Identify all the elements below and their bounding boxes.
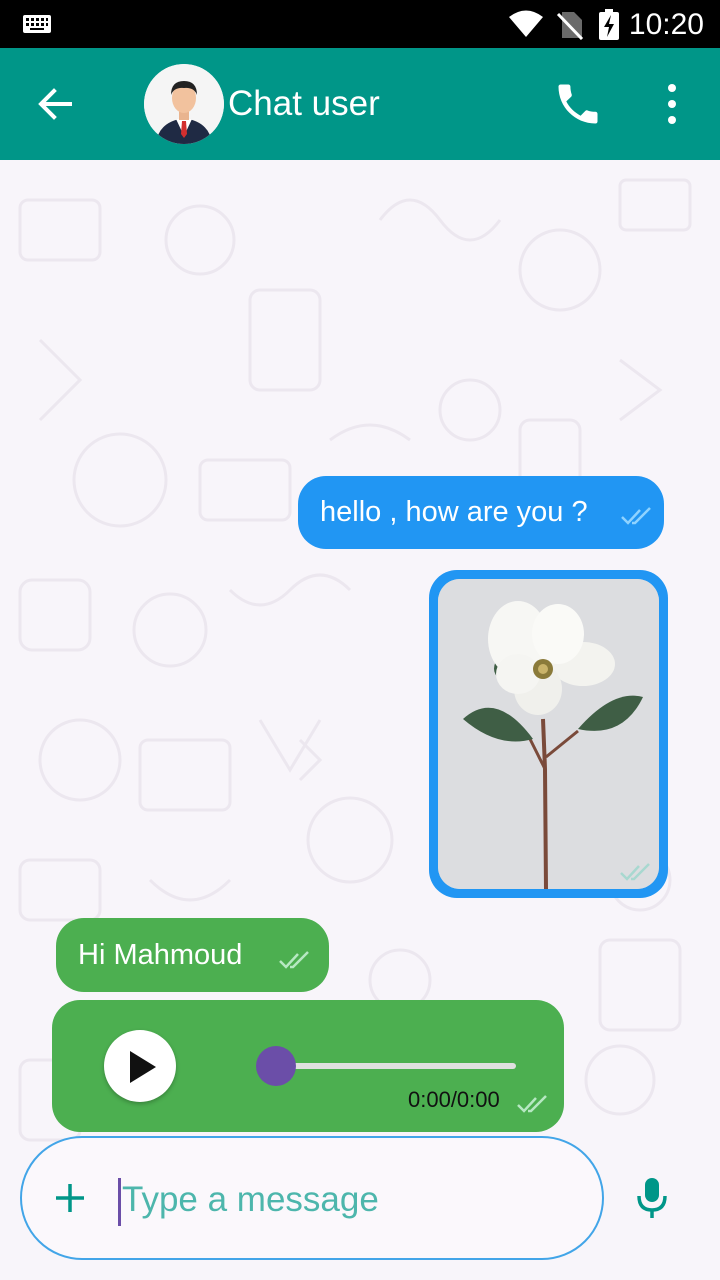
slider-track [276,1063,516,1069]
avatar[interactable] [144,64,224,144]
back-arrow-icon [38,88,72,120]
status-time: 10:20 [628,8,704,41]
message-input[interactable] [122,1176,562,1224]
more-options-button[interactable] [648,78,696,130]
flower-image[interactable] [438,579,659,889]
more-vert-icon [668,84,676,124]
audio-duration: 0:00/0:00 [408,1087,500,1112]
audio-message-bubble: 0:00/0:00 [52,1000,564,1132]
play-icon [130,1051,156,1083]
double-check-icon [517,1095,547,1113]
audio-progress-slider[interactable] [256,1046,516,1086]
call-button[interactable] [552,78,604,130]
double-check-icon [279,951,309,969]
message-composer [20,1136,604,1260]
user-avatar-icon [144,64,224,144]
no-signal-icon [556,10,584,45]
status-bar: 10:20 [0,0,720,48]
add-icon [56,1184,84,1212]
wifi-icon [508,10,544,43]
keyboard-icon [22,14,52,39]
app-bar: Chat user [0,48,720,160]
mic-button[interactable] [634,1176,670,1220]
add-attachment-button[interactable] [52,1180,88,1216]
chat-screen: 10:20 Chat user hello , how are you ? Hi… [0,0,720,1280]
battery-charging-icon [598,9,620,46]
image-message-bubble[interactable] [429,570,668,898]
double-check-icon [621,507,651,525]
chat-area[interactable]: hello , how are you ? Hi Mahmoud 0:00/0:… [0,160,720,1280]
phone-icon [558,84,598,124]
text-cursor [118,1178,121,1226]
play-button[interactable] [104,1030,176,1102]
back-button[interactable] [24,76,88,132]
message-text: hello , how are you ? [320,496,588,528]
message-text: Hi Mahmoud [78,939,243,971]
chat-title[interactable]: Chat user [228,84,380,124]
double-check-icon [620,863,650,881]
message-bubble-incoming[interactable]: Hi Mahmoud [56,918,329,992]
mic-icon [637,1178,667,1218]
flower-photo [438,579,659,889]
slider-thumb[interactable] [256,1046,296,1086]
message-bubble-outgoing[interactable]: hello , how are you ? [298,476,664,549]
